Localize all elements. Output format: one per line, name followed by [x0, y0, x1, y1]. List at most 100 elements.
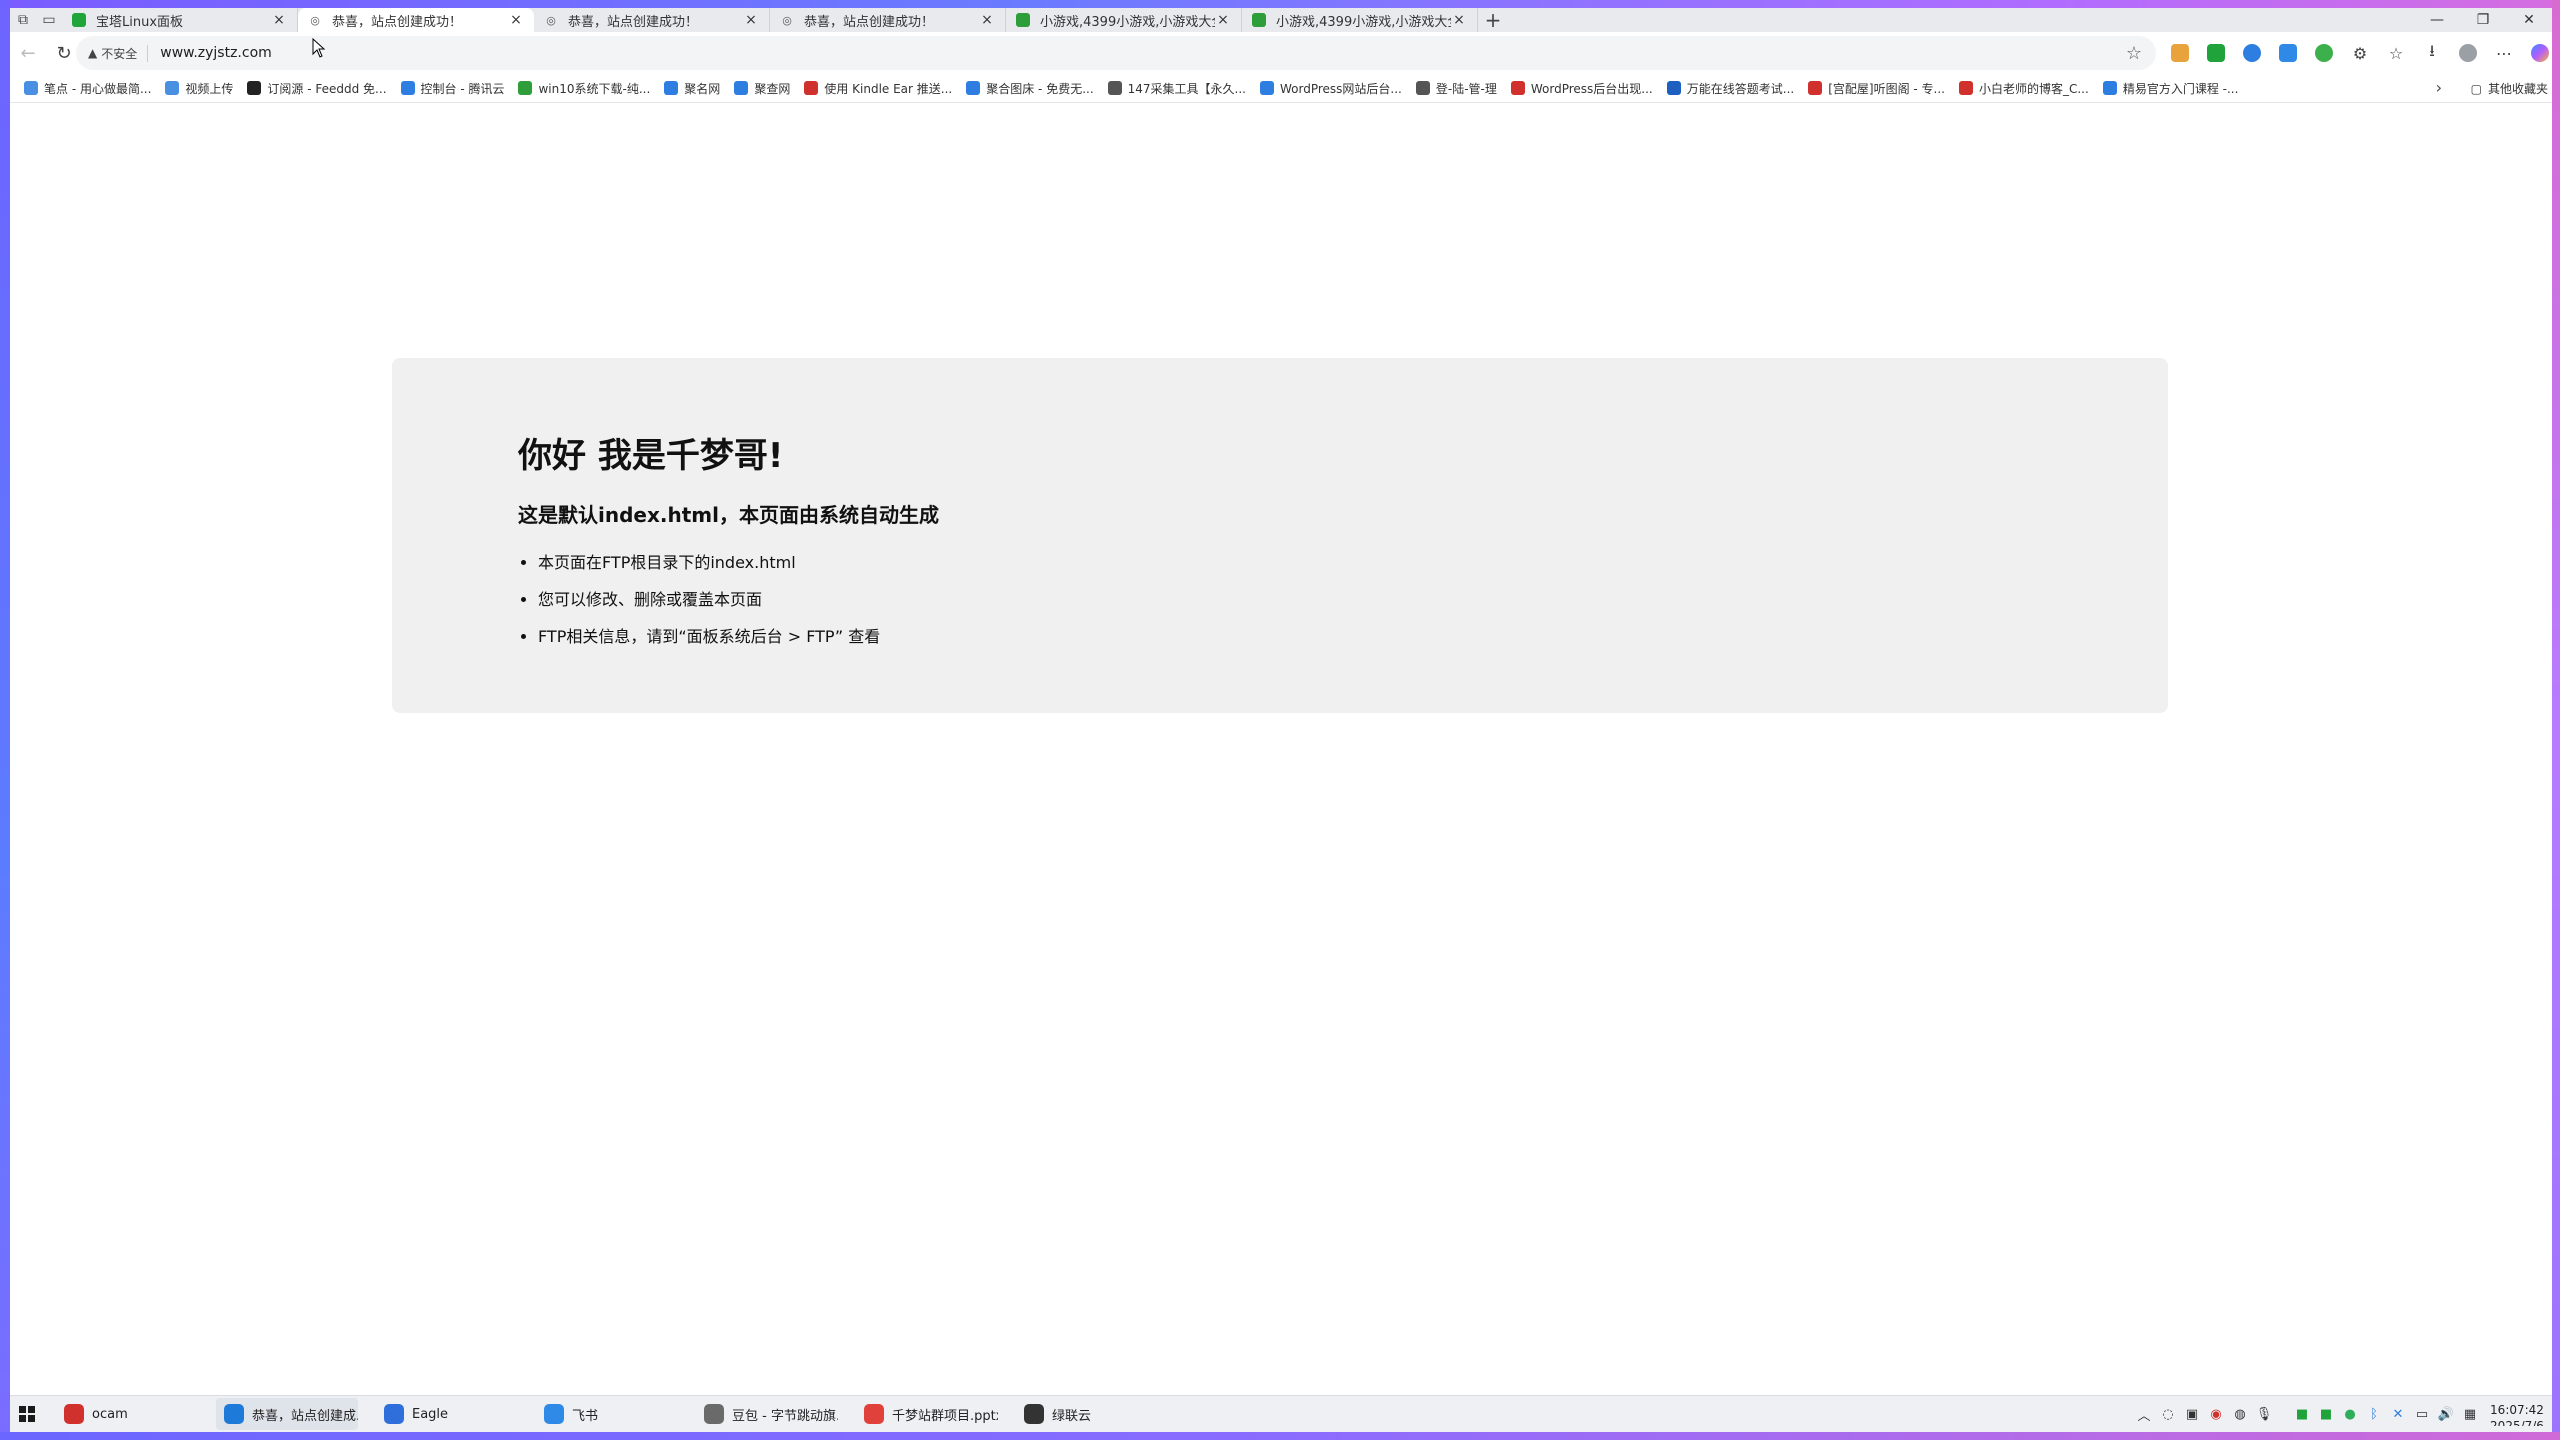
- bookmark-item[interactable]: win10系统下载-纯...: [518, 80, 650, 97]
- bookmark-item[interactable]: 小白老师的博客_C...: [1958, 80, 2089, 97]
- bookmark-label: 使用 Kindle Ear 推送...: [824, 81, 953, 96]
- browser-tab[interactable]: 小游戏,4399小游戏,小游戏大全,双×: [1006, 8, 1242, 32]
- more-bookmarks-chevron-icon[interactable]: ›: [2436, 78, 2442, 97]
- copilot-icon[interactable]: [2522, 44, 2558, 62]
- list-item: FTP相关信息，请到“面板系统后台 > FTP” 查看: [538, 626, 939, 647]
- bookmark-label: [宫配屋]听图阁 - 专...: [1828, 81, 1945, 96]
- volume-icon[interactable]: 🔊: [2434, 1407, 2458, 1422]
- bookmark-item[interactable]: 登-陆-管-理: [1415, 80, 1497, 97]
- tab-close-icon[interactable]: ×: [1215, 12, 1231, 28]
- page-title: 你好 我是千梦哥!: [518, 436, 784, 476]
- taskbar-app-label: 飞书: [572, 1408, 599, 1424]
- address-bar[interactable]: ▲ 不安全 www.zyjstz.com ☆: [76, 36, 2156, 70]
- close-window-icon[interactable]: ✕: [2506, 8, 2552, 32]
- other-bookmarks-label: 其他收藏夹: [2487, 82, 2548, 96]
- tray-app-icon[interactable]: ◌: [2156, 1407, 2180, 1422]
- bookmark-favicon-icon: [518, 81, 533, 95]
- start-button[interactable]: [10, 1397, 44, 1431]
- minimize-icon[interactable]: —: [2414, 8, 2460, 32]
- network-icon[interactable]: ▭: [2410, 1407, 2434, 1422]
- bookmark-item[interactable]: 控制台 - 腾讯云: [400, 80, 504, 97]
- tray-record-icon[interactable]: ◉: [2204, 1407, 2228, 1422]
- bookmark-label: 笔点 - 用心做最简...: [44, 81, 152, 96]
- shield-extension-icon[interactable]: [2306, 44, 2342, 62]
- taskbar-app[interactable]: 豆包 - 字节跳动旗...: [696, 1398, 838, 1430]
- input-method-icon[interactable]: ▦: [2458, 1407, 2482, 1422]
- bookmark-item[interactable]: [宫配屋]听图阁 - 专...: [1808, 80, 1945, 97]
- bookmark-item[interactable]: WordPress后台出现...: [1510, 80, 1653, 97]
- bookmark-favicon-icon: [804, 81, 819, 95]
- wechat-icon[interactable]: ■: [2290, 1407, 2314, 1422]
- url-text[interactable]: www.zyjstz.com: [160, 45, 272, 61]
- bookmark-label: 万能在线答题考试...: [1686, 81, 1795, 96]
- tab-close-icon[interactable]: ×: [271, 12, 287, 28]
- browser-tab[interactable]: ◎ 恭喜，站点创建成功！ ×: [770, 8, 1006, 32]
- taskbar-app[interactable]: 千梦站群项目.pptx...: [856, 1398, 998, 1430]
- security-indicator[interactable]: ▲ 不安全: [88, 44, 149, 62]
- bookmark-label: 视频上传: [185, 81, 234, 96]
- game-icon: [1252, 13, 1266, 27]
- tab-close-icon[interactable]: ×: [743, 12, 759, 28]
- tab-close-icon[interactable]: ×: [979, 12, 995, 28]
- restore-icon[interactable]: ❐: [2460, 8, 2506, 32]
- bookmark-item[interactable]: 笔点 - 用心做最简...: [24, 80, 151, 97]
- app-icon: [1024, 1404, 1044, 1424]
- bookmark-item[interactable]: WordPress网站后台...: [1260, 80, 1402, 97]
- bookmark-label: win10系统下载-纯...: [538, 81, 651, 96]
- bookmark-item[interactable]: 聚名网: [664, 80, 720, 97]
- taskbar-app[interactable]: Eagle: [376, 1398, 518, 1430]
- tab-close-icon[interactable]: ×: [1451, 12, 1467, 28]
- profile-avatar-icon[interactable]: [2450, 44, 2486, 62]
- bookmark-item[interactable]: 精易官方入门课程 -...: [2102, 80, 2238, 97]
- screen-frame-bottom: [0, 1432, 2560, 1440]
- microphone-icon[interactable]: 🎙: [2252, 1407, 2276, 1422]
- folder-extension-icon[interactable]: [2162, 44, 2198, 62]
- back-icon[interactable]: ←: [10, 35, 46, 71]
- browser-tab[interactable]: 宝塔Linux面板 ×: [62, 8, 298, 32]
- taskbar-app[interactable]: 绿联云: [1016, 1398, 1158, 1430]
- favorites-icon[interactable]: ☆: [2378, 44, 2414, 63]
- browser-tab[interactable]: ◎ 恭喜，站点创建成功！ ×: [298, 8, 534, 32]
- bookmark-item[interactable]: 订阅源 - Feeddd 免...: [247, 80, 387, 97]
- taskbar-app-label: 千梦站群项目.pptx...: [892, 1408, 998, 1424]
- tray-overflow-chevron-icon[interactable]: ︿: [2132, 1405, 2156, 1424]
- globe-icon: ◎: [782, 13, 792, 27]
- warning-icon: ▲: [88, 46, 98, 60]
- bookmark-item[interactable]: 聚合图床 - 免费无...: [966, 80, 1094, 97]
- bookmark-item[interactable]: 147采集工具【永久...: [1107, 80, 1246, 97]
- download-icon[interactable]: ⭳: [2414, 40, 2450, 67]
- new-tab-button[interactable]: +: [1478, 8, 1508, 32]
- tray-app-icon[interactable]: ●: [2338, 1407, 2362, 1422]
- taskbar-app[interactable]: 飞书: [536, 1398, 678, 1430]
- translate-extension-icon[interactable]: [2234, 44, 2270, 62]
- taskbar-app[interactable]: 恭喜，站点创建成...: [216, 1398, 358, 1430]
- tab-title: 恭喜，站点创建成功！: [804, 14, 935, 30]
- browser-tab[interactable]: 小游戏,4399小游戏,小游戏大全,双×: [1242, 8, 1478, 32]
- check-extension-icon[interactable]: [2198, 44, 2234, 62]
- system-clock[interactable]: 16:07:42 2025/7/6: [2482, 1402, 2552, 1426]
- favorite-star-icon[interactable]: ☆: [2126, 43, 2142, 64]
- bookmark-extension-icon[interactable]: [2270, 44, 2306, 62]
- bookmark-item[interactable]: 聚查网: [734, 80, 790, 97]
- tab-close-icon[interactable]: ×: [508, 12, 524, 28]
- browser-tab[interactable]: ◎ 恭喜，站点创建成功！ ×: [534, 8, 770, 32]
- app-icon: [64, 1404, 84, 1424]
- other-bookmarks-folder[interactable]: ▢ 其他收藏夹: [2471, 80, 2548, 97]
- tray-app-icon[interactable]: ◍: [2228, 1407, 2252, 1422]
- bookmark-item[interactable]: 使用 Kindle Ear 推送...: [804, 80, 952, 97]
- bookmark-item[interactable]: 万能在线答题考试...: [1666, 80, 1795, 97]
- windows-logo-icon: [19, 1406, 35, 1422]
- bookmark-favicon-icon: [24, 81, 38, 95]
- baota-icon: [72, 13, 86, 27]
- app-icon: [544, 1404, 564, 1424]
- extensions-puzzle-icon[interactable]: ⚙: [2342, 44, 2378, 63]
- tray-app-icon[interactable]: ▣: [2180, 1407, 2204, 1422]
- more-menu-icon[interactable]: ⋯: [2486, 44, 2522, 63]
- bookmark-item[interactable]: 视频上传: [165, 80, 233, 97]
- workspaces-icon[interactable]: ⧉: [10, 9, 36, 31]
- bluetooth-icon[interactable]: ᛒ: [2362, 1407, 2386, 1422]
- taskbar-app[interactable]: ocam: [56, 1398, 198, 1430]
- tab-actions-icon[interactable]: ▭: [36, 9, 62, 31]
- tray-app-icon[interactable]: ✕: [2386, 1407, 2410, 1422]
- wechat-work-icon[interactable]: ■: [2314, 1407, 2338, 1422]
